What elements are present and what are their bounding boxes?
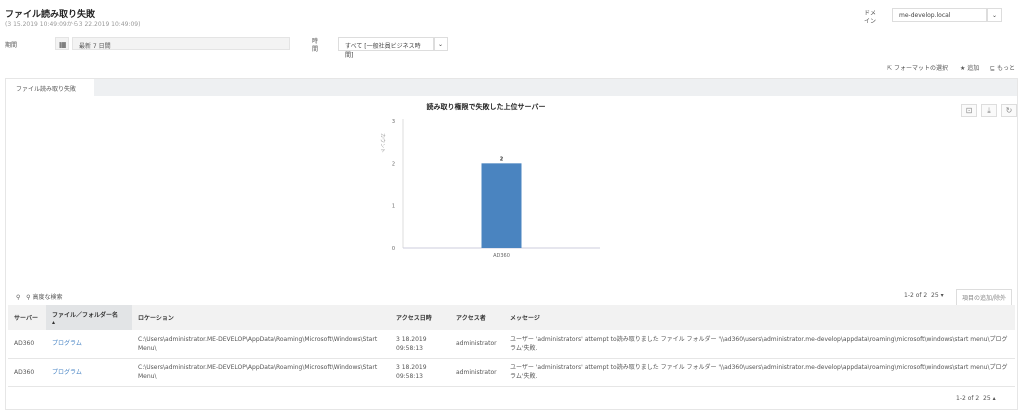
add-button[interactable]: ★ 追加	[960, 63, 979, 72]
data-label: 2	[500, 156, 504, 162]
column-header[interactable]: メッセージ	[504, 305, 1015, 330]
time-select[interactable]: すべて [一般社員ビジネス時間]	[338, 37, 434, 59]
date-range: (3 15.2019 10:49:09から3 22.2019 10:49:09)	[5, 21, 141, 28]
search-icon[interactable]: ⚲	[16, 294, 20, 301]
calendar-icon[interactable]: ▦	[55, 37, 69, 50]
more-icon: ⊑	[990, 65, 997, 72]
cell-name[interactable]: プログラム	[46, 330, 132, 359]
page-size-select[interactable]: 25 ▴	[983, 395, 996, 402]
column-header[interactable]: サーバー	[8, 305, 46, 330]
advanced-search-link[interactable]: ⚲ 高度な検索	[26, 294, 62, 301]
search-bar: ⚲ ⚲ 高度な検索	[16, 292, 62, 301]
chart-title: 読み取り権限で失敗した上位サーバー	[427, 102, 546, 111]
page-size-select[interactable]: 25 ▾	[931, 292, 944, 299]
tab-bar: ファイル読み取り失敗	[6, 79, 1017, 96]
cell-message: ユーザー 'administrators' attempt to読み取りました …	[504, 358, 1015, 387]
chart-image-icon[interactable]: ⊡	[961, 104, 977, 117]
cell-time: 3 18.2019 09:58:13	[390, 358, 450, 387]
chevron-down-icon[interactable]: ⌄	[434, 37, 448, 51]
pagination-top: 1-2 of 2 25 ▾	[904, 292, 944, 299]
y-tick-label: 3	[392, 119, 395, 125]
y-axis-label: カウント	[379, 133, 386, 153]
cell-message: ユーザー 'administrators' attempt to読み取りました …	[504, 330, 1015, 359]
download-icon[interactable]: ⤓	[981, 104, 997, 117]
bar-chart: 読み取り権限で失敗した上位サーバー 0 1 2 3 カウント 2 AD360	[379, 102, 600, 259]
domain-label: ドメ イン	[864, 10, 877, 25]
y-tick-label: 2	[392, 161, 395, 167]
table-row: AD360 プログラム C:\Users\administrator.ME-DEVE…	[8, 330, 1015, 359]
table-row: AD360 プログラム C:\Users\administrator.ME-DEVE…	[8, 358, 1015, 387]
cell-location: C:\Users\administrator.ME-DEVELOP\AppDat…	[132, 358, 390, 387]
y-tick-label: 1	[392, 204, 395, 210]
cell-user: administrator	[450, 358, 504, 387]
report-panel: ファイル読み取り失敗 ⊡ ⤓ ↻ 読み取り権限で失敗した上位サーバー 0 1 2 3 カウ…	[5, 78, 1018, 410]
chevron-down-icon[interactable]: ⌄	[987, 8, 1002, 22]
sort-asc-icon: ▴	[52, 318, 56, 326]
cell-server: AD360	[8, 358, 46, 387]
x-tick-label: AD360	[493, 253, 510, 259]
tab-file-read-failure[interactable]: ファイル読み取り失敗	[6, 79, 94, 96]
column-header[interactable]: アクセス日時	[390, 305, 450, 330]
cell-name[interactable]: プログラム	[46, 358, 132, 387]
chart-area: ⊡ ⤓ ↻ 読み取り権限で失敗した上位サーバー 0 1 2 3 カウント 2 AD360	[6, 96, 1017, 276]
domain-select[interactable]: me-develop.local	[892, 8, 987, 22]
cell-location: C:\Users\administrator.ME-DEVELOP\AppDat…	[132, 330, 390, 359]
add-remove-columns-button[interactable]: 項目の追加/除外	[956, 289, 1013, 306]
column-header[interactable]: ロケーション	[132, 305, 390, 330]
period-field[interactable]: 最新 7 日間	[72, 37, 290, 50]
export-icon: ⇱	[887, 65, 894, 72]
cell-time: 3 18.2019 09:58:13	[390, 330, 450, 359]
more-button[interactable]: ⊑ もっと	[990, 63, 1015, 72]
cell-user: administrator	[450, 330, 504, 359]
format-button[interactable]: ⇱ フォーマットの選択	[887, 63, 948, 72]
period-label: 期間	[5, 42, 18, 49]
data-table: サーバー ファイル／フォルダー名 ▴ ロケーション アクセス日時 アクセス者 メッセージ A…	[8, 305, 1015, 387]
refresh-icon[interactable]: ↻	[1001, 104, 1017, 117]
cell-server: AD360	[8, 330, 46, 359]
y-tick-label: 0	[392, 246, 395, 252]
pagination-bottom: 1-2 of 2 25 ▴	[956, 395, 996, 402]
column-header[interactable]: アクセス者	[450, 305, 504, 330]
column-header[interactable]: ファイル／フォルダー名 ▴	[46, 305, 132, 330]
time-label: 時 間	[312, 38, 319, 53]
bar	[481, 163, 522, 248]
